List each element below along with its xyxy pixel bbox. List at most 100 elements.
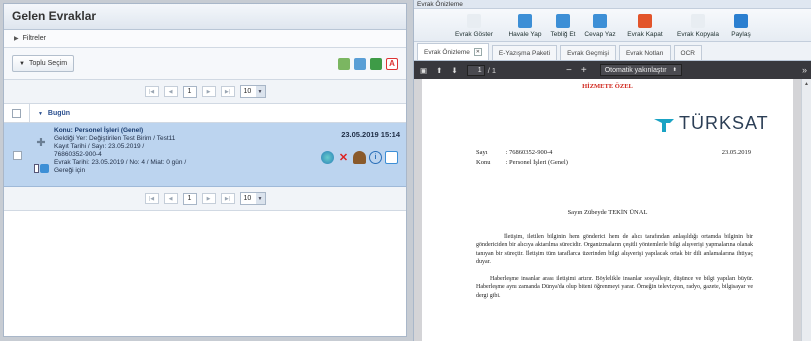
tab-4[interactable]: Evrak Notları (618, 45, 671, 60)
last-page-button[interactable]: ▶| (220, 193, 235, 204)
edit-document-icon[interactable] (385, 151, 398, 164)
toolbar-button-1[interactable]: Evrak Göster (444, 14, 504, 38)
export-icon[interactable] (338, 57, 350, 70)
reply-icon (593, 14, 607, 28)
tab-label: Evrak Notları (625, 49, 664, 57)
toolbar-button-label: Evrak Göster (455, 31, 493, 38)
logo-text: TÜRKSAT (679, 113, 769, 133)
first-page-button[interactable]: |◀ (144, 86, 159, 97)
salutation: Sayın Zübeyde TEKİN ÜNAL (567, 209, 648, 216)
toolbar-button-4[interactable]: Cevap Yaz (580, 14, 620, 38)
item-icons: ✚ (30, 123, 52, 186)
page-size-select[interactable]: 10 ▼ (239, 85, 266, 98)
chevron-right-icon: ▶ (14, 36, 19, 42)
list-toolbar: ▼ Toplu Seçim A (4, 48, 406, 80)
zoom-value: Otomatik yakınlaştır (604, 66, 667, 74)
user-icon[interactable] (353, 151, 366, 164)
scroll-up-icon[interactable]: ▲ (804, 81, 809, 87)
letter-date: 23.05.2019 (721, 149, 751, 156)
konu-label: Konu (476, 159, 491, 166)
list-item[interactable]: ✚ Konu: Personel İşleri (Genel) Geldiği … (4, 123, 406, 187)
item-timestamp: 23.05.2019 15:14 (341, 130, 400, 139)
turksat-logo-icon (654, 118, 674, 132)
notify-icon (556, 14, 570, 28)
scrollbar[interactable]: ▲ (801, 79, 811, 341)
chevron-down-icon: ▼ (38, 110, 43, 117)
tab-3[interactable]: Evrak Geçmişi (560, 45, 616, 60)
document-view-icon (467, 14, 481, 28)
item-number: 76860352-900-4 (54, 151, 102, 158)
item-subject: Konu: Personel İşleri (Genel) (54, 127, 144, 134)
item-document-date: Evrak Tarihi: 23.05.2019 / No: 4 / Miat:… (54, 159, 187, 166)
zoom-select[interactable]: Otomatik yakınlaştır ⬍ (599, 64, 682, 76)
next-page-button[interactable]: ▶ (201, 86, 216, 97)
group-toggle[interactable]: ▼ Bugün (30, 110, 70, 117)
toolbar-button-3[interactable]: Tebliğ Et (546, 14, 580, 38)
toolbar-button-5[interactable]: Evrak Kapat (620, 14, 670, 38)
excel-icon[interactable] (370, 57, 382, 70)
page-number[interactable]: 1 (182, 85, 197, 98)
prev-page-button[interactable]: ◀ (163, 86, 178, 97)
preview-toolbar: Evrak Göster Havale Yap Tebliğ Et Cevap Yaz… (414, 9, 811, 42)
close-document-icon (638, 14, 652, 28)
sayi-value: : 76860352-900-4 (505, 149, 553, 156)
tab-1[interactable]: Evrak Önizleme ✕ (417, 43, 489, 60)
pdf-viewer[interactable]: HİZMETE ÖZEL TÜRKSAT Sayı : 76860352-900… (414, 79, 801, 341)
filters-label: Filtreler (22, 35, 46, 42)
pdf-toolbar: ▣ ⬆ ⬇ 1 / 1 − + Otomatik yakınlaştır ⬍ » (414, 61, 811, 79)
toolbar-icons: A (338, 57, 398, 70)
last-page-button[interactable]: ▶| (220, 86, 235, 97)
tab-5[interactable]: OCR (673, 45, 702, 60)
paragraph-2: Haberleşme insanlar arası iletişimi artı… (476, 276, 753, 299)
close-tab-icon[interactable]: ✕ (473, 48, 482, 56)
share-icon (734, 14, 748, 28)
toolbar-button-7[interactable]: Paylaş (726, 14, 756, 38)
toolbar-button-2[interactable]: Havale Yap (504, 14, 546, 38)
app: Gelen Evraklar ▶ Filtreler ▼ Toplu Seçim… (0, 0, 811, 341)
document-preview-panel: Evrak Önizleme Evrak Göster Havale Yap Teb… (413, 0, 811, 341)
tab-label: Evrak Geçmişi (567, 49, 609, 57)
toolbar-button-label: Paylaş (731, 31, 751, 38)
page-size-value: 10 (243, 88, 252, 95)
refresh-icon[interactable] (354, 57, 366, 70)
page-input[interactable]: 1 (466, 64, 485, 76)
toolbar-button-label: Havale Yap (508, 31, 542, 38)
arrow-up-icon[interactable]: ⬆ (436, 66, 442, 75)
globe-icon[interactable] (321, 151, 334, 164)
bulk-select-button[interactable]: ▼ Toplu Seçim (12, 55, 75, 72)
preview-tabs: Evrak Önizleme ✕ E-Yazışma Paketi Evrak Geç… (414, 42, 811, 61)
page-number[interactable]: 1 (182, 192, 197, 205)
item-details: Konu: Personel İşleri (Genel) Geldiği Ye… (52, 123, 188, 186)
first-page-button[interactable]: |◀ (144, 193, 159, 204)
chevron-down-icon: ⬍ (672, 67, 677, 73)
page-size-select[interactable]: 10 ▼ (239, 192, 266, 205)
arrow-down-icon[interactable]: ⬇ (451, 66, 457, 75)
select-all-checkbox[interactable] (12, 108, 21, 118)
konu-value: : Personel İşleri (Genel) (505, 159, 568, 166)
filters-toggle[interactable]: ▶ Filtreler (4, 30, 406, 48)
classification-mark: HİZMETE ÖZEL (582, 83, 633, 90)
toolbar-button-label: Evrak Kopyala (677, 31, 719, 38)
zoom-in-icon[interactable]: + (581, 65, 587, 76)
select-all-cell (4, 103, 30, 123)
tab-2[interactable]: E-Yazışma Paketi (491, 45, 558, 60)
page-total: / 1 (487, 65, 497, 75)
toolbar-button-6[interactable]: Evrak Kopyala (670, 14, 726, 38)
zoom-out-icon[interactable]: − (566, 65, 572, 76)
pdf-icon[interactable]: A (386, 57, 398, 70)
pager-top: |◀ ◀ 1 ▶ ▶| 10 ▼ (4, 80, 406, 104)
prev-page-button[interactable]: ◀ (163, 193, 178, 204)
delete-icon[interactable]: ✕ (337, 151, 350, 164)
more-tools-icon[interactable]: » (802, 65, 807, 75)
sidebar-toggle-icon[interactable]: ▣ (420, 66, 427, 75)
tab-label: E-Yazışma Paketi (498, 49, 551, 57)
page-size-value: 10 (243, 195, 252, 202)
item-purpose: Gereği için (54, 167, 86, 174)
info-icon[interactable]: i (369, 151, 382, 164)
row-checkbox-cell (4, 123, 30, 187)
next-page-button[interactable]: ▶ (201, 193, 216, 204)
group-label: Bugün (47, 109, 71, 117)
pin-icon: ✚ (36, 137, 46, 150)
paragraph-1: İletişim, iletilen bilginin hem gönderic… (476, 234, 753, 265)
row-checkbox[interactable] (12, 150, 22, 160)
